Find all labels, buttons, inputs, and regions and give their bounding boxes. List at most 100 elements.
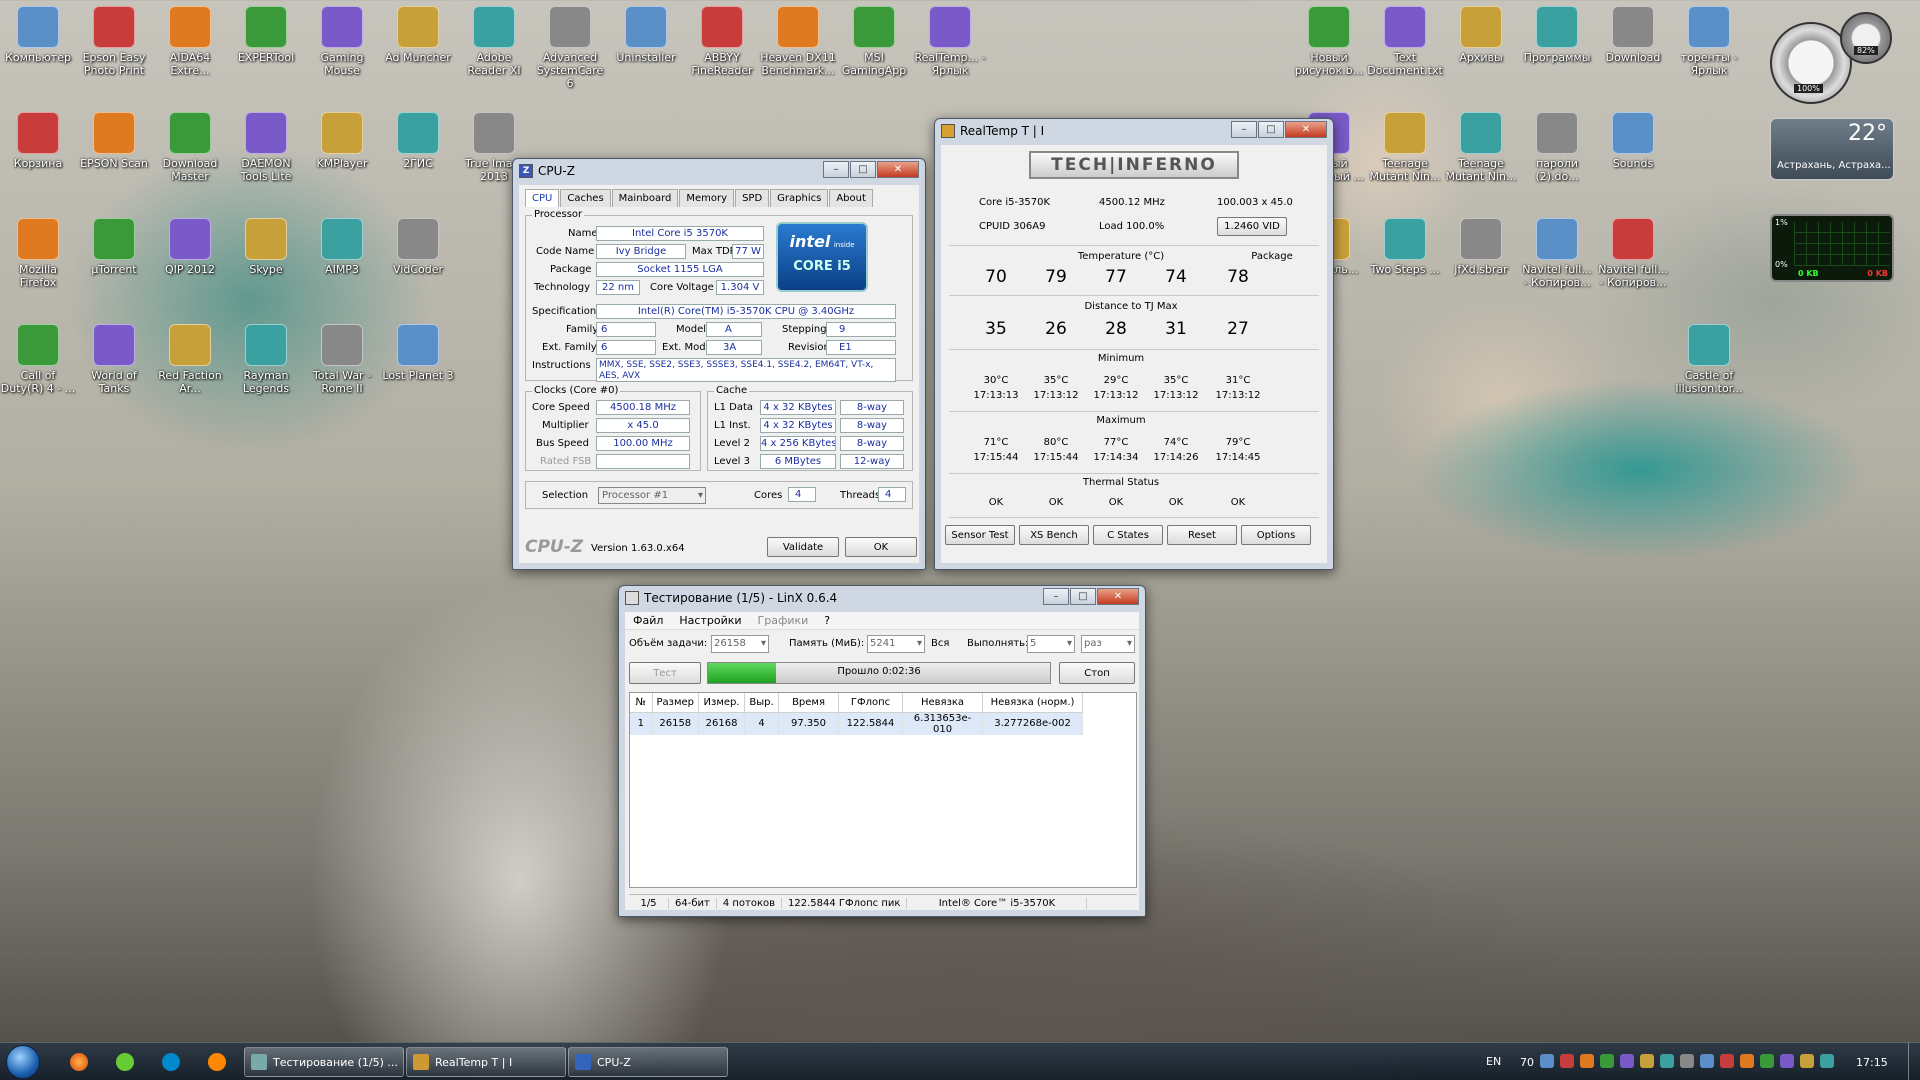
- desktop-icon[interactable]: Mozilla Firefox: [0, 218, 76, 289]
- column-header[interactable]: ГФлопс: [838, 693, 904, 713]
- maximize-button[interactable]: □: [1258, 121, 1284, 138]
- network-gadget[interactable]: 1% 0% 0 KB 0 KB: [1770, 214, 1894, 282]
- utorrent-pin-icon[interactable]: [116, 1053, 134, 1071]
- tab-about[interactable]: About: [829, 189, 873, 207]
- desktop-icon[interactable]: 2ГИС: [380, 112, 456, 170]
- desktop-icon[interactable]: Navitel full... - Копиров...: [1519, 218, 1595, 289]
- menu-item[interactable]: ?: [816, 612, 838, 629]
- firefox-pin-icon[interactable]: [70, 1053, 88, 1071]
- desktop-icon[interactable]: Sounds: [1595, 112, 1671, 170]
- task-size-select[interactable]: 26158 ▾: [711, 635, 769, 653]
- desktop-icon[interactable]: Advanced SystemCare 6: [532, 6, 608, 90]
- desktop-icon[interactable]: Text Document.txt: [1367, 6, 1443, 77]
- desktop-icon[interactable]: Total War - Rome II: [304, 324, 380, 395]
- desktop-icon[interactable]: Call of Duty(R) 4 - ...: [0, 324, 76, 395]
- tray-icon[interactable]: [1560, 1054, 1574, 1068]
- skype-pin-icon[interactable]: [162, 1053, 180, 1071]
- column-header[interactable]: Невязка: [902, 693, 984, 713]
- desktop-icon[interactable]: Castle of Illusion.tor...: [1671, 324, 1747, 395]
- options-button[interactable]: Options: [1241, 525, 1311, 545]
- vid-button[interactable]: 1.2460 VID: [1217, 217, 1287, 236]
- tab-cpu[interactable]: CPU: [525, 189, 560, 207]
- desktop-icon[interactable]: ABBYY FineReader: [684, 6, 760, 77]
- desktop-icon[interactable]: Adobe Reader XI: [456, 6, 532, 77]
- tray-icon[interactable]: [1640, 1054, 1654, 1068]
- taskbar-button[interactable]: CPU-Z: [568, 1047, 728, 1077]
- clock[interactable]: 17:15: [1856, 1056, 1888, 1069]
- processor-select[interactable]: Processor #1 ▾: [598, 487, 706, 504]
- desktop-icon[interactable]: Navitel full... - Копиров...: [1595, 218, 1671, 289]
- taskbar-button[interactable]: RealTemp T | I: [406, 1047, 566, 1077]
- column-header[interactable]: Невязка (норм.): [982, 693, 1084, 713]
- desktop-icon[interactable]: Ad Muncher: [380, 6, 456, 64]
- desktop-icon[interactable]: Two Steps ...: [1367, 218, 1443, 276]
- desktop-icon[interactable]: jfXd.sbrar: [1443, 218, 1519, 276]
- desktop-icon[interactable]: Компьютер: [0, 6, 76, 64]
- show-desktop-button[interactable]: [1908, 1043, 1920, 1080]
- desktop-icon[interactable]: Новый рисунок.b...: [1291, 6, 1367, 77]
- stop-button[interactable]: Стоп: [1059, 662, 1135, 684]
- menu-item[interactable]: Настройки: [671, 612, 749, 629]
- tray-icon[interactable]: [1700, 1054, 1714, 1068]
- desktop-icon[interactable]: AIDA64 Extre...: [152, 6, 228, 77]
- tray-icon[interactable]: [1740, 1054, 1754, 1068]
- desktop-icon[interactable]: World of Tanks: [76, 324, 152, 395]
- tray-temp[interactable]: 70: [1520, 1056, 1534, 1069]
- desktop-icon[interactable]: Download Master: [152, 112, 228, 183]
- desktop-icon[interactable]: DAEMON Tools Lite: [228, 112, 304, 183]
- desktop-icon[interactable]: Download: [1595, 6, 1671, 64]
- browser-pin-icon[interactable]: [208, 1053, 226, 1071]
- desktop-icon[interactable]: Teenage Mutant Nin...: [1443, 112, 1519, 183]
- desktop-icon[interactable]: Rayman Legends: [228, 324, 304, 395]
- sensor-test-button[interactable]: Sensor Test: [945, 525, 1015, 545]
- close-button[interactable]: ✕: [1285, 121, 1327, 138]
- desktop-icon[interactable]: RealTemp... - Ярлык: [912, 6, 988, 77]
- desktop-icon[interactable]: Heaven DX11 Benchmark...: [760, 6, 836, 77]
- xs-bench-button[interactable]: XS Bench: [1019, 525, 1089, 545]
- tab-mainboard[interactable]: Mainboard: [611, 189, 679, 207]
- desktop-icon[interactable]: Skype: [228, 218, 304, 276]
- cpu-meter-gadget[interactable]: 100% 82%: [1770, 12, 1896, 108]
- desktop-icon[interactable]: Lost Planet 3: [380, 324, 456, 382]
- linx-titlebar[interactable]: Тестирование (1/5) - LinX 0.6.4 – □ ✕: [619, 586, 1145, 610]
- tab-memory[interactable]: Memory: [679, 189, 735, 207]
- tray-icon[interactable]: [1660, 1054, 1674, 1068]
- reset-button[interactable]: Reset: [1167, 525, 1237, 545]
- tab-spd[interactable]: SPD: [735, 189, 770, 207]
- column-header[interactable]: Время: [778, 693, 840, 713]
- cpuz-window[interactable]: Z CPU-Z – □ ✕ CPU Caches Mainboard Memory SPD G…: [512, 158, 926, 570]
- maximize-button[interactable]: □: [1070, 588, 1096, 605]
- desktop-icon[interactable]: AIMP3: [304, 218, 380, 276]
- minimize-button[interactable]: –: [1043, 588, 1069, 605]
- cpuz-ok-button[interactable]: OK: [845, 537, 917, 557]
- column-header[interactable]: Выр.: [744, 693, 780, 713]
- tray-icon[interactable]: [1820, 1054, 1834, 1068]
- test-button[interactable]: Тест: [629, 662, 701, 684]
- desktop-icon[interactable]: EXPERTool: [228, 6, 304, 64]
- desktop-icon[interactable]: пароли (2).do...: [1519, 112, 1595, 183]
- c-states-button[interactable]: C States: [1093, 525, 1163, 545]
- tray-icon[interactable]: [1540, 1054, 1554, 1068]
- linx-window[interactable]: Тестирование (1/5) - LinX 0.6.4 – □ ✕ Файл…: [618, 585, 1146, 917]
- desktop-icon[interactable]: VidCoder: [380, 218, 456, 276]
- desktop-icon[interactable]: MSI GamingApp: [836, 6, 912, 77]
- desktop-icon[interactable]: QIP 2012: [152, 218, 228, 276]
- tray-icon[interactable]: [1620, 1054, 1634, 1068]
- desktop-icon[interactable]: KMPlayer: [304, 112, 380, 170]
- tray-icon[interactable]: [1680, 1054, 1694, 1068]
- desktop-icon[interactable]: Архивы: [1443, 6, 1519, 64]
- desktop-icon[interactable]: µTorrent: [76, 218, 152, 276]
- cpuz-titlebar[interactable]: Z CPU-Z – □ ✕: [513, 159, 925, 183]
- desktop-icon[interactable]: Программы: [1519, 6, 1595, 64]
- menu-item[interactable]: Графики: [750, 612, 817, 629]
- desktop-icon[interactable]: Gaming Mouse: [304, 6, 380, 77]
- desktop-icon[interactable]: Корзина: [0, 112, 76, 170]
- runs-select[interactable]: 5 ▾: [1027, 635, 1075, 653]
- realtemp-titlebar[interactable]: RealTemp T | I – □ ✕: [935, 119, 1333, 143]
- tray-icon[interactable]: [1720, 1054, 1734, 1068]
- table-row[interactable]: 1 26158 26168 4 97.350 122.5844 6.313653e-010 3…: [630, 712, 1084, 735]
- column-header[interactable]: Размер: [652, 693, 700, 713]
- tab-graphics[interactable]: Graphics: [770, 189, 829, 207]
- weather-gadget[interactable]: 22° Астрахань, Астраха...: [1770, 118, 1894, 180]
- maximize-button[interactable]: □: [850, 161, 876, 178]
